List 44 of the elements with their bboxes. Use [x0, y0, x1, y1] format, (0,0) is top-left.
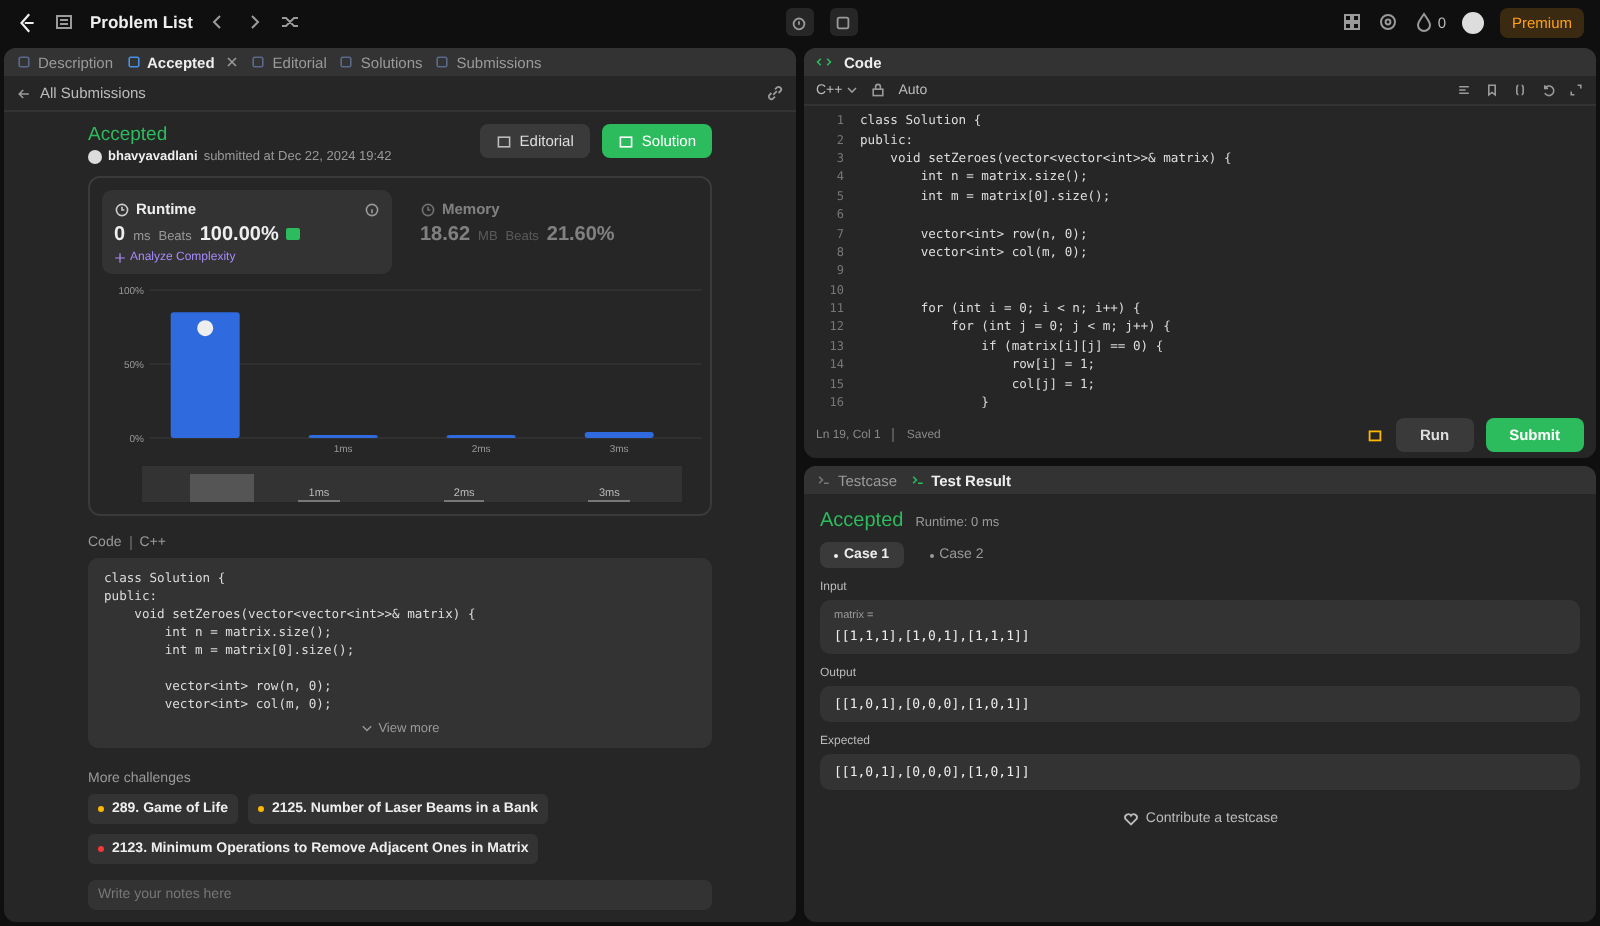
notes-button[interactable] — [829, 8, 858, 36]
bookmark-icon — [1484, 82, 1500, 98]
tab-icon — [816, 472, 832, 488]
badge-icon — [286, 228, 301, 240]
tab-icon — [434, 54, 451, 70]
undo-icon — [1540, 82, 1556, 98]
close-icon[interactable] — [226, 56, 239, 68]
settings-icon — [1377, 12, 1398, 32]
user-avatar — [88, 150, 102, 164]
tab-icon — [338, 54, 355, 70]
avatar-marker — [197, 320, 214, 337]
chart-bar — [584, 432, 654, 438]
braces-icon — [1512, 82, 1528, 98]
stat-value: 0 — [114, 224, 126, 246]
beats-percent: 100.00% — [199, 224, 279, 246]
format-icon — [1456, 82, 1472, 98]
range-handle[interactable] — [190, 474, 254, 502]
chevron-down-icon — [846, 84, 859, 96]
note-icon — [834, 13, 853, 31]
heart-icon — [1121, 810, 1140, 828]
timer-button[interactable] — [785, 8, 814, 36]
tab-icon — [125, 54, 142, 70]
link-icon — [766, 84, 784, 102]
grid-icon — [1341, 12, 1362, 32]
code-icon — [816, 54, 832, 70]
chevron-down-icon — [360, 722, 375, 736]
lock-icon — [870, 82, 887, 98]
tab-icon — [16, 54, 32, 70]
list-icon — [54, 12, 74, 32]
shuffle-icon — [280, 12, 301, 32]
clock-icon — [114, 201, 130, 217]
submission-status: Accepted — [88, 124, 170, 146]
arrow-left-icon — [16, 85, 32, 101]
chart-bar — [170, 312, 240, 438]
tab-icon — [250, 54, 267, 70]
alarm-clock-icon — [790, 13, 809, 31]
user-avatar[interactable] — [1462, 11, 1484, 33]
info-icon — [364, 201, 380, 217]
tab-icon — [909, 472, 926, 488]
stat-value: 18.62 — [420, 224, 471, 246]
result-status: Accepted — [820, 510, 904, 532]
problem-list-title[interactable]: Problem List — [90, 12, 193, 32]
beats-percent: 21.60% — [546, 224, 615, 246]
expand-icon — [1568, 82, 1584, 98]
